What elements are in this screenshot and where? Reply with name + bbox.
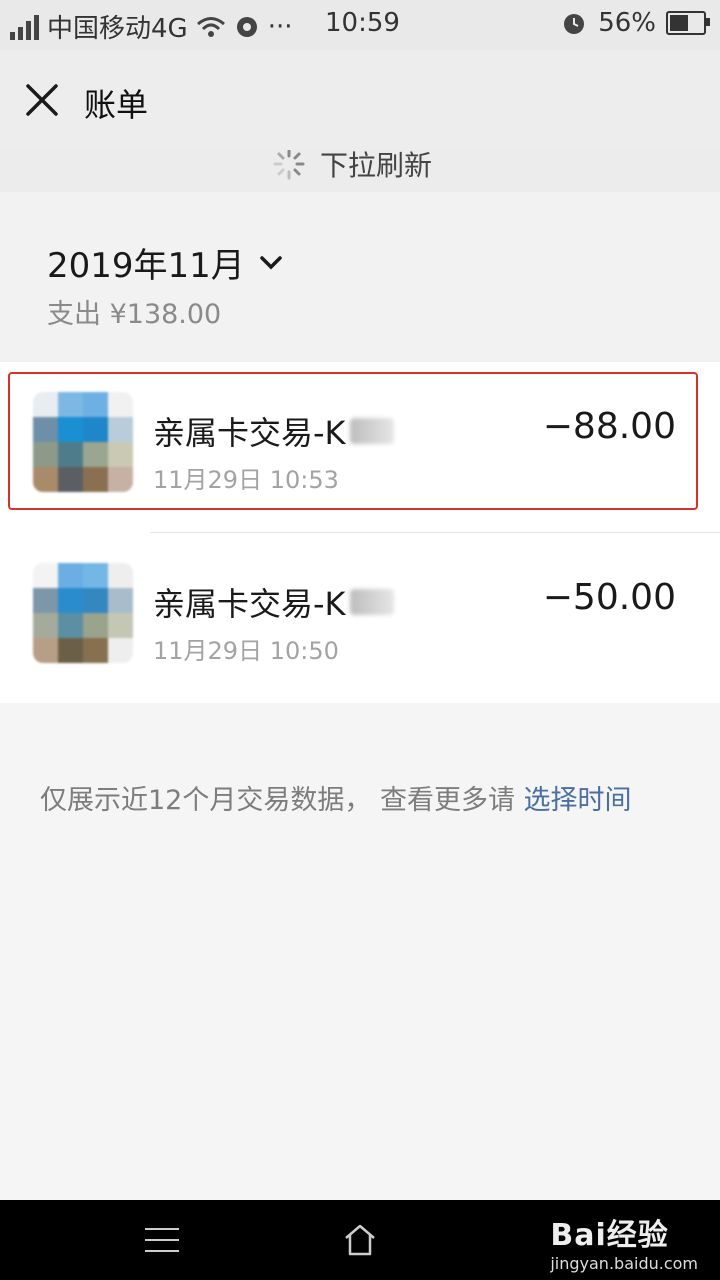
avatar	[33, 392, 133, 492]
alarm-icon	[564, 14, 585, 34]
clock: 10:59	[325, 8, 400, 38]
select-time-link[interactable]: 选择时间	[524, 785, 632, 816]
navigation-bar: Bai经验 jingyan.baidu.com	[0, 1200, 720, 1280]
transaction-amount: −50.00	[542, 577, 676, 618]
more-dots-icon: ···	[267, 11, 293, 42]
month-selector[interactable]: 2019年11月	[47, 238, 283, 287]
transaction-title-text: 亲属卡交易-K	[153, 414, 346, 452]
month-label: 2019年11月	[47, 246, 245, 286]
battery-icon	[666, 11, 710, 35]
transaction-list: 亲属卡交易-K 11月29日 10:53 −88.00 亲属卡交易-K 11月2…	[0, 362, 720, 703]
footer-note-text: 仅展示近12个月交易数据， 查看更多请	[40, 785, 524, 816]
app-header: 账单	[0, 50, 720, 150]
carrier-label: 中国移动4G	[47, 14, 188, 44]
blurred-name	[349, 589, 394, 615]
transaction-title: 亲属卡交易-K	[153, 579, 394, 625]
transaction-row[interactable]: 亲属卡交易-K 11月29日 10:50 −50.00	[33, 532, 720, 703]
wifi-icon	[196, 16, 225, 37]
status-right: 56%	[560, 8, 710, 38]
close-icon[interactable]	[20, 78, 64, 122]
transaction-time: 11月29日 10:53	[153, 466, 339, 494]
signal-icon	[10, 14, 39, 40]
baidu-watermark: Bai经验 jingyan.baidu.com	[550, 1210, 698, 1273]
status-left: 中国移动4G ···	[10, 8, 293, 45]
battery-fill	[670, 15, 688, 31]
menu-icon[interactable]	[145, 1228, 179, 1254]
transaction-amount: −88.00	[542, 406, 676, 447]
footer-note: 仅展示近12个月交易数据， 查看更多请 选择时间	[40, 778, 632, 817]
transaction-time: 11月29日 10:50	[153, 637, 339, 665]
month-summary: 2019年11月 支出 ¥138.00	[0, 192, 720, 362]
pull-refresh: 下拉刷新	[0, 150, 720, 192]
expense-total: 支出 ¥138.00	[47, 299, 222, 330]
sync-icon	[236, 16, 257, 37]
watermark-url: jingyan.baidu.com	[550, 1254, 698, 1273]
loading-spinner-icon	[273, 150, 305, 180]
transaction-title-text: 亲属卡交易-K	[153, 585, 346, 623]
watermark-logo: Bai经验	[550, 1218, 669, 1253]
transaction-title: 亲属卡交易-K	[153, 408, 394, 454]
status-bar: 中国移动4G ··· 10:59 56%	[0, 0, 720, 50]
home-icon[interactable]	[340, 1220, 380, 1260]
chevron-down-icon	[260, 255, 282, 269]
avatar	[33, 563, 133, 663]
battery-percent: 56%	[598, 8, 656, 38]
blurred-name	[349, 418, 394, 444]
refresh-text: 下拉刷新	[320, 150, 433, 182]
page-title: 账单	[84, 86, 149, 124]
transaction-row[interactable]: 亲属卡交易-K 11月29日 10:53 −88.00	[0, 362, 720, 532]
